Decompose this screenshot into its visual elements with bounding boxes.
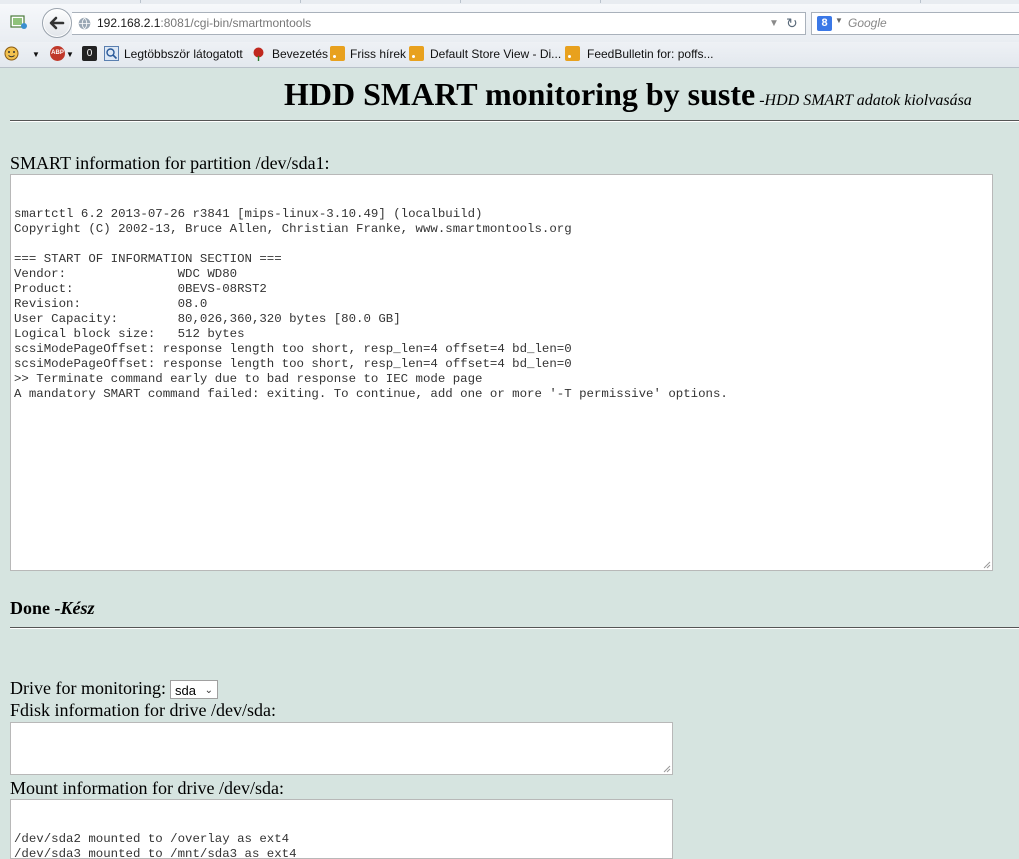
mount-output-text: /dev/sda2 mounted to /overlay as ext4 /d…: [14, 832, 297, 859]
chevron-down-icon: ⌄: [204, 685, 213, 696]
page-content: HDD SMART monitoring by suste -HDD SMART…: [0, 68, 1019, 859]
mount-info-label: Mount information for drive /dev/sda:: [10, 778, 284, 798]
bookmark-item[interactable]: FeedBulletin for: poffs...: [587, 47, 714, 61]
status-done-text: Done: [10, 598, 50, 618]
google-search-engine-icon[interactable]: 8: [817, 16, 832, 31]
drive-select-label: Drive for monitoring:: [10, 678, 166, 698]
drive-select[interactable]: sda ⌄: [170, 680, 218, 699]
globe-icon: [78, 17, 91, 30]
back-button[interactable]: [42, 8, 72, 38]
navigation-toolbar: 192.168.2.1:8081/cgi-bin/smartmontools ▼…: [0, 4, 1019, 42]
page-title-subtitle: -HDD SMART adatok kiolvasása: [759, 92, 972, 109]
search-bar[interactable]: 8 ▼ Google: [811, 12, 1019, 35]
rose-icon: [253, 47, 264, 61]
bookmark-item[interactable]: Legtöbbször látogatott: [124, 47, 243, 61]
history-dropdown-icon[interactable]: ▼: [769, 13, 779, 34]
smart-output-text: smartctl 6.2 2013-07-26 r3841 [mips-linu…: [14, 207, 728, 401]
rss-icon: [330, 46, 345, 61]
resize-grip-icon[interactable]: [982, 560, 991, 569]
reload-icon[interactable]: ↻: [786, 13, 798, 34]
address-bar[interactable]: 192.168.2.1:8081/cgi-bin/smartmontools ▼…: [72, 12, 806, 35]
smart-output-textarea[interactable]: smartctl 6.2 2013-07-26 r3841 [mips-linu…: [10, 174, 993, 571]
rss-icon: [565, 46, 580, 61]
smiley-dropdown-icon[interactable]: ▼: [32, 50, 40, 59]
resize-grip-icon[interactable]: [662, 764, 671, 773]
search-placeholder: Google: [848, 16, 887, 30]
bookmark-item[interactable]: Bevezetés: [272, 47, 328, 61]
url-text: 192.168.2.1:8081/cgi-bin/smartmontools: [97, 16, 312, 30]
status-done: Done -Kész: [10, 598, 95, 619]
drive-select-value: sda: [175, 683, 196, 698]
adblock-icon[interactable]: ABP: [50, 46, 65, 61]
smart-info-label: SMART information for partition /dev/sda…: [10, 153, 330, 173]
header-divider: [10, 120, 1019, 122]
back-arrow-icon: [49, 16, 65, 30]
bookmark-item[interactable]: Friss hírek: [350, 47, 406, 61]
status-done-hu: -Kész: [54, 598, 95, 618]
bookmarks-toolbar: ▼ ABP ▼ 0 Legtöbbször látogatott Bevezet…: [0, 42, 1019, 68]
status-divider: [10, 627, 1019, 629]
bookmark-item[interactable]: Default Store View - Di...: [430, 47, 561, 61]
page-title-main: HDD SMART monitoring by suste: [284, 76, 756, 112]
magnifier-icon: [104, 46, 119, 61]
fdisk-output-textarea[interactable]: [10, 722, 673, 775]
fdisk-info-label: Fdisk information for drive /dev/sda:: [10, 700, 276, 720]
mount-output-textarea[interactable]: /dev/sda2 mounted to /overlay as ext4 /d…: [10, 799, 673, 859]
search-engine-dropdown-icon[interactable]: ▼: [835, 16, 843, 25]
smiley-addon-icon[interactable]: [4, 46, 19, 61]
adblock-dropdown-icon[interactable]: ▼: [66, 50, 74, 59]
page-favicon-icon: [10, 15, 27, 29]
rss-icon: [409, 46, 424, 61]
page-title: HDD SMART monitoring by suste -HDD SMART…: [284, 76, 972, 113]
counter-addon-icon[interactable]: 0: [82, 46, 97, 61]
